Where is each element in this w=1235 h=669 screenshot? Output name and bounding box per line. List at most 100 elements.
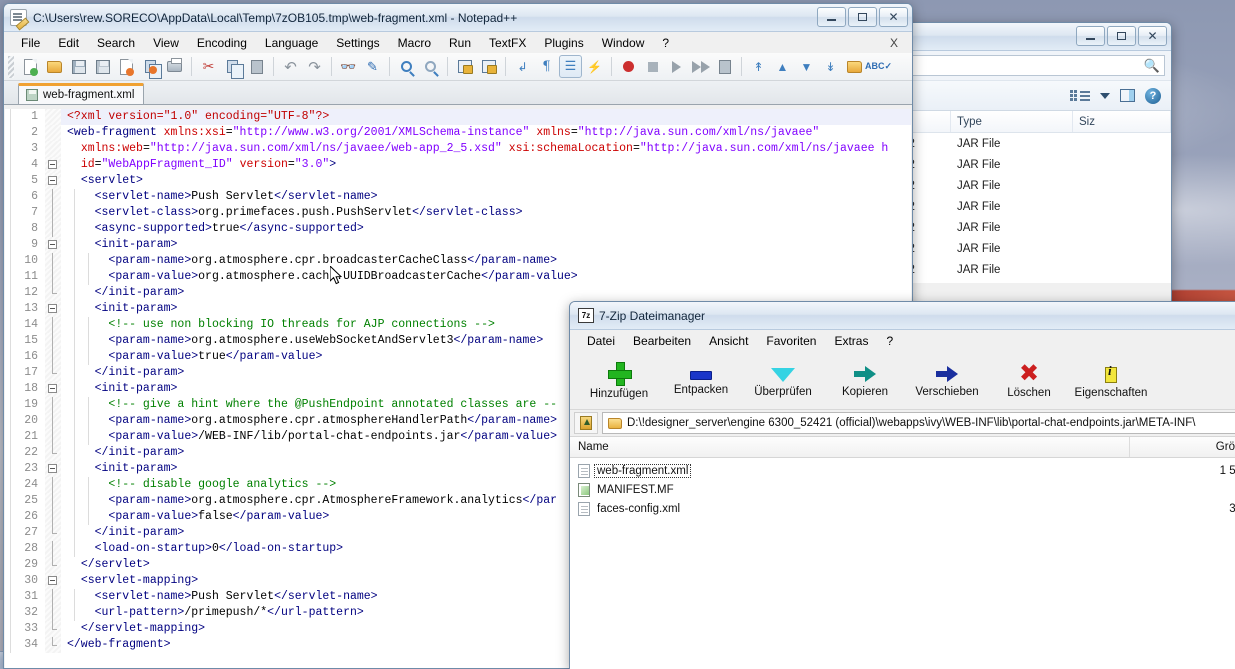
menu-item-search[interactable]: Search — [88, 36, 144, 50]
undo-icon[interactable]: ↶ — [279, 55, 302, 78]
notepadpp-close-button[interactable]: ✕ — [879, 7, 908, 27]
notepadpp-tabbar[interactable]: web-fragment.xml — [4, 81, 912, 105]
test-button[interactable]: Überprüfen — [742, 354, 824, 408]
save-icon[interactable] — [67, 55, 90, 78]
code-text[interactable]: </init-param> — [61, 285, 911, 301]
code-text[interactable]: <servlet-name>Push Servlet</servlet-name… — [61, 189, 911, 205]
close-file-icon[interactable] — [115, 55, 138, 78]
user-defined-dialog-icon[interactable]: ⚡ — [583, 55, 606, 78]
code-line[interactable]: 7 <servlet-class>org.primefaces.push.Pus… — [5, 205, 911, 221]
fold-margin[interactable] — [45, 541, 61, 557]
sync-vertical-icon[interactable] — [453, 55, 476, 78]
record-macro-icon[interactable] — [617, 55, 640, 78]
chevron-down-icon[interactable] — [1100, 92, 1110, 99]
file-name-cell[interactable]: MANIFEST.MF — [570, 482, 1130, 497]
code-line[interactable]: 1 <?xml version="1.0" encoding="UTF-8"?> — [5, 109, 911, 125]
fold-collapse-icon[interactable] — [48, 160, 57, 169]
copy-button[interactable]: Kopieren — [824, 354, 906, 408]
file-name-cell[interactable]: web-fragment.xml — [570, 463, 1130, 478]
notepadpp-toolbar[interactable]: ✂ ↶ ↷ 👓 ✎ ↲ ¶ ☰ ⚡ ↟ ▲ ▼ ↡ ABC✓ — [4, 53, 912, 81]
code-text[interactable]: <servlet> — [61, 173, 911, 189]
column-header-size[interactable]: Größ — [1130, 441, 1235, 453]
code-line[interactable]: 8 <async-supported>true</async-supported… — [5, 221, 911, 237]
indent-guideline-icon[interactable]: ☰ — [559, 55, 582, 78]
menu-item-file[interactable]: File — [12, 36, 49, 50]
menu-item-bearbeiten[interactable]: Bearbeiten — [624, 334, 700, 348]
fold-margin[interactable] — [45, 333, 61, 349]
menu-item-help[interactable]: ? — [877, 334, 902, 348]
word-wrap-icon[interactable]: ↲ — [511, 55, 534, 78]
menu-item-encoding[interactable]: Encoding — [188, 36, 256, 50]
save-all-icon[interactable] — [91, 55, 114, 78]
explorer-window-buttons[interactable]: ✕ — [1076, 26, 1167, 46]
play-macro-multiple-icon[interactable] — [689, 55, 712, 78]
open-file-icon[interactable] — [43, 55, 66, 78]
properties-button[interactable]: i Eigenschaften — [1070, 354, 1152, 408]
fold-margin[interactable] — [45, 573, 61, 589]
sevenzip-menubar[interactable]: Datei Bearbeiten Ansicht Favoriten Extra… — [570, 330, 1235, 352]
code-line[interactable]: 2 <web-fragment xmlns:xsi="http://www.w3.… — [5, 125, 911, 141]
menu-item-help[interactable]: ? — [653, 36, 678, 50]
new-file-icon[interactable] — [19, 55, 42, 78]
fold-margin[interactable] — [45, 509, 61, 525]
code-line[interactable]: 12 </init-param> — [5, 285, 911, 301]
fold-margin[interactable] — [45, 365, 61, 381]
code-text[interactable]: xmlns:web="http://java.sun.com/xml/ns/ja… — [61, 141, 911, 157]
menu-item-window[interactable]: Window — [593, 36, 654, 50]
menu-item-plugins[interactable]: Plugins — [535, 36, 592, 50]
fold-margin[interactable] — [45, 557, 61, 573]
table-row[interactable]: web-fragment.xml 1 59 — [570, 461, 1235, 480]
zoom-in-icon[interactable] — [395, 55, 418, 78]
fold-margin[interactable] — [45, 205, 61, 221]
fold-collapse-icon[interactable] — [48, 176, 57, 185]
notepadpp-window-buttons[interactable]: ✕ — [817, 7, 908, 27]
menu-item-settings[interactable]: Settings — [327, 36, 388, 50]
menu-item-run[interactable]: Run — [440, 36, 480, 50]
fold-margin[interactable] — [45, 637, 61, 653]
fold-margin[interactable] — [45, 349, 61, 365]
fold-margin[interactable] — [45, 413, 61, 429]
show-all-characters-icon[interactable]: ¶ — [535, 55, 558, 78]
fold-margin[interactable] — [45, 221, 61, 237]
code-text[interactable]: <param-name>org.atmosphere.cpr.broadcast… — [61, 253, 911, 269]
path-input[interactable]: D:\!designer_server\engine 6300_52421 (o… — [602, 412, 1235, 434]
table-row[interactable]: MANIFEST.MF 2 — [570, 480, 1235, 499]
fold-margin[interactable] — [45, 125, 61, 141]
fold-margin[interactable] — [45, 173, 61, 189]
fold-margin[interactable] — [45, 429, 61, 445]
add-button[interactable]: Hinzufügen — [578, 354, 660, 408]
notepadpp-minimize-button[interactable] — [817, 7, 846, 27]
fold-margin[interactable] — [45, 621, 61, 637]
explorer-maximize-button[interactable] — [1107, 26, 1136, 46]
explorer-minimize-button[interactable] — [1076, 26, 1105, 46]
fold-margin[interactable] — [45, 381, 61, 397]
zoom-out-icon[interactable] — [419, 55, 442, 78]
code-line[interactable]: 3 xmlns:web="http://java.sun.com/xml/ns/… — [5, 141, 911, 157]
column-header-name[interactable]: Name — [570, 437, 1130, 457]
fold-margin[interactable] — [45, 269, 61, 285]
fold-collapse-icon[interactable] — [48, 384, 57, 393]
fold-collapse-icon[interactable] — [48, 304, 57, 313]
spell-check-icon[interactable]: ABC✓ — [865, 55, 892, 78]
menu-item-macro[interactable]: Macro — [389, 36, 440, 50]
view-layout-icon[interactable] — [1070, 90, 1090, 101]
code-text[interactable]: <async-supported>true</async-supported> — [61, 221, 911, 237]
expand-all-icon[interactable]: ↡ — [819, 55, 842, 78]
code-line[interactable]: 11 <param-value>org.atmosphere.cache.UUI… — [5, 269, 911, 285]
fold-collapse-icon[interactable] — [48, 464, 57, 473]
code-text[interactable]: id="WebAppFragment_ID" version="3.0"> — [61, 157, 911, 173]
fold-up-icon[interactable]: ▲ — [771, 55, 794, 78]
fold-margin[interactable] — [45, 397, 61, 413]
menu-item-edit[interactable]: Edit — [49, 36, 88, 50]
fold-margin[interactable] — [45, 317, 61, 333]
fold-margin[interactable] — [45, 237, 61, 253]
fold-down-icon[interactable]: ▼ — [795, 55, 818, 78]
sevenzip-toolbar[interactable]: Hinzufügen Entpacken Überprüfen Kopieren… — [570, 352, 1235, 410]
help-icon[interactable]: ? — [1145, 87, 1161, 104]
toolbar-grip[interactable] — [8, 55, 14, 78]
replace-icon[interactable]: ✎ — [361, 55, 384, 78]
fold-collapse-icon[interactable] — [48, 240, 57, 249]
fold-margin[interactable] — [45, 109, 61, 125]
code-text[interactable]: <?xml version="1.0" encoding="UTF-8"?> — [61, 109, 911, 125]
print-icon[interactable] — [163, 55, 186, 78]
